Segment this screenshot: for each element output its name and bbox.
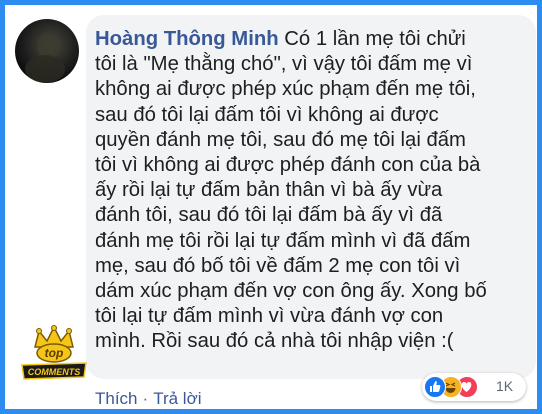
comment-line: đánh mẹ tôi rồi lại tự đấm mình vì đã đấ…	[95, 229, 471, 252]
action-separator: ·	[142, 389, 149, 408]
screenshot-frame: Hoàng Thông Minh Có 1 lần mẹ tôi chửi tô…	[0, 0, 542, 414]
badge-comments-text: COMMENTS	[28, 367, 81, 377]
comment-body: Hoàng Thông Minh Có 1 lần mẹ tôi chửi tô…	[95, 27, 523, 355]
comment-line: mẹ, sau đó bố tôi về đấm 2 mẹ con tôi vì	[95, 254, 461, 277]
reaction-count: 1K	[496, 378, 514, 394]
author-name[interactable]: Hoàng Thông Minh	[95, 28, 279, 50]
comment-line: tôi là "Mẹ thằng chó", vì vậy tôi đấm mẹ…	[95, 53, 473, 76]
badge-top-text: top	[45, 346, 64, 360]
comment-line: mình. Rồi sau đó cả nhà tôi nhập viện :(	[95, 330, 454, 353]
comment-line: tôi lại tự đấm mình vì vừa đánh vợ con	[95, 305, 444, 328]
comment-bubble: Hoàng Thông Minh Có 1 lần mẹ tôi chửi tô…	[86, 15, 536, 379]
avatar[interactable]	[15, 19, 79, 83]
comment-line: đánh tôi, sau đó tôi lại đấm bà ấy vì đã	[95, 204, 443, 227]
comment-line: không ai được phép xúc phạm đến mẹ tôi,	[95, 78, 476, 101]
reply-link[interactable]: Trả lời	[153, 389, 201, 408]
comment-line: sau đó tôi lại đấm tôi vì không ai được	[95, 103, 439, 126]
comment-line: ấy rồi lại tự đấm bản thân vì bà ấy vừa	[95, 179, 443, 202]
like-link[interactable]: Thích	[95, 389, 138, 408]
like-icon	[424, 376, 446, 398]
comment-line: quyền đánh mẹ tôi, sau đó mẹ tôi lại đấm	[95, 128, 466, 151]
top-comments-badge-icon: top COMMENTS	[21, 325, 87, 380]
comment-line: tôi vì không ai được phép đánh con của b…	[95, 154, 481, 177]
comment-actions: Thích · Trả lời	[95, 389, 202, 409]
comment-line: dám xúc phạm đến vợ con ông ấy. Xong bố	[95, 280, 487, 303]
reactions-summary[interactable]: 1K	[422, 373, 526, 401]
comment-line: Có 1 lần mẹ tôi chửi	[284, 28, 466, 50]
